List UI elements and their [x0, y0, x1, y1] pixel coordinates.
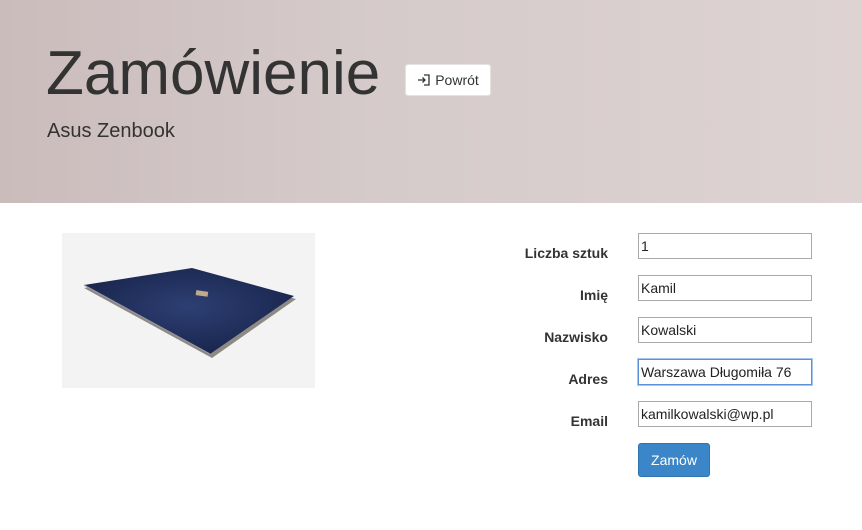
email-input[interactable]	[638, 401, 812, 427]
order-submit-button[interactable]: Zamów	[638, 443, 710, 477]
last-name-row: Nazwisko	[0, 317, 862, 347]
quantity-label: Liczba sztuk	[524, 245, 608, 261]
address-row: Adres	[0, 359, 862, 389]
first-name-label: Imię	[579, 287, 608, 303]
quantity-input[interactable]	[638, 233, 812, 259]
last-name-input[interactable]	[638, 317, 812, 343]
log-in-icon	[417, 73, 431, 87]
first-name-input[interactable]	[638, 275, 812, 301]
back-button-label: Powrót	[435, 72, 479, 88]
last-name-label: Nazwisko	[544, 329, 608, 345]
product-name: Asus Zenbook	[47, 120, 175, 142]
address-input[interactable]	[638, 359, 812, 385]
page-header: Zamówienie Powrót Asus Zenbook	[0, 0, 862, 203]
address-label: Adres	[568, 371, 608, 387]
quantity-row: Liczba sztuk	[0, 233, 862, 263]
first-name-row: Imię	[0, 275, 862, 305]
back-button[interactable]: Powrót	[405, 64, 491, 96]
email-label: Email	[570, 413, 608, 429]
page-title: Zamówienie	[46, 39, 381, 108]
email-row: Email	[0, 401, 862, 431]
